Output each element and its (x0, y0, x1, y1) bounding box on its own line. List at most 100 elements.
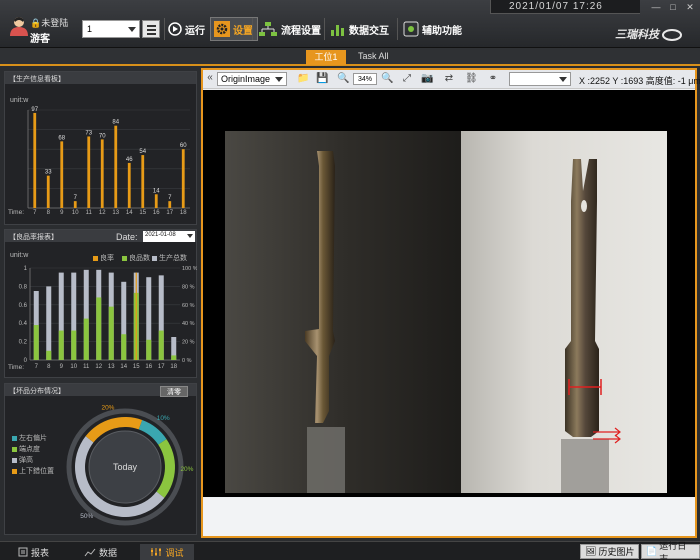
data-label: 14 (153, 188, 160, 194)
flow-settings-button[interactable]: 流程设置 (258, 17, 321, 41)
tick-label: 11 (83, 364, 90, 370)
close-icon[interactable]: ✕ (682, 2, 698, 12)
tick-label: 15 (139, 210, 146, 216)
bar (168, 201, 172, 208)
data-label: 70 (99, 133, 106, 139)
station-select[interactable]: 1 (82, 20, 140, 38)
tab-report[interactable]: 报表 (18, 544, 49, 560)
minimize-icon[interactable]: — (648, 2, 664, 12)
company-logo: 三瑞科技 (615, 26, 683, 42)
avatar[interactable] (8, 14, 30, 36)
open-folder-icon[interactable]: 📁 (297, 73, 309, 85)
y-tick-label: 0 (24, 358, 28, 364)
bar-good (146, 339, 152, 360)
overlay-icon[interactable]: ⚭ (487, 73, 499, 85)
tools-icon (403, 21, 419, 37)
center-label: Today (113, 462, 138, 472)
image-source-select[interactable]: OriginImage (217, 72, 287, 86)
data-label: 60 (180, 143, 187, 149)
bar (127, 162, 131, 208)
divider (397, 18, 398, 40)
defect-donut-chart: 10% 20% 50% 20% Today (66, 405, 194, 526)
bar-good (33, 325, 39, 360)
login-status[interactable]: 🔒未登陆 (30, 16, 68, 29)
collapse-icon[interactable]: « (204, 72, 216, 84)
zoom-out-icon[interactable]: 🔍 (337, 73, 349, 85)
station-tabs: 工位1 Task All (0, 48, 700, 66)
bar-good (46, 350, 52, 360)
tick-label: 18 (180, 210, 187, 216)
legend-defect-2: 弹高 (12, 455, 33, 465)
maximize-icon[interactable]: □ (665, 2, 681, 12)
tick-label: 10 (72, 210, 79, 216)
viewer-toolbar: « OriginImage 📁 💾 🔍 34% 🔍 ⤢ 📷 ⇄ ⛓ ⚭ X :2… (203, 70, 700, 89)
tab-data[interactable]: 数据 (84, 544, 117, 560)
settings-button[interactable]: 设置 (210, 17, 258, 41)
bar (87, 136, 91, 208)
list-button[interactable] (142, 20, 160, 38)
yield-bar-chart: 0 0.2 0.4 0.6 0.8 1 0 % 20 % 40 % 60 % 80 % 100 % Ti… (8, 266, 197, 371)
line-chart-icon (84, 548, 96, 557)
history-images-button[interactable]: 🖼 历史图片 (580, 544, 640, 559)
chevron-down-icon (128, 27, 136, 32)
tick-label: 11 (86, 210, 93, 216)
chevron-down-icon (187, 234, 193, 238)
color-mode-select[interactable] (509, 72, 571, 86)
flowchart-icon (259, 22, 277, 36)
image-canvas[interactable] (203, 90, 695, 497)
image-viewer: « OriginImage 📁 💾 🔍 34% 🔍 ⤢ 📷 ⇄ ⛓ ⚭ X :2… (201, 68, 700, 538)
coordinate-readout: X :2252 Y :1693 高度值: -1 μm (579, 76, 700, 86)
date-select[interactable]: 2021-01-08 (143, 231, 195, 242)
swap-icon[interactable]: ⇄ (443, 73, 455, 85)
y2-tick-label: 20 % (182, 340, 195, 346)
bar (181, 149, 185, 208)
bar (33, 112, 37, 208)
y-tick-label: 0.4 (19, 321, 28, 327)
unit-label: unit:w (10, 97, 29, 104)
divider (164, 18, 165, 40)
link-icon[interactable]: ⛓ (465, 73, 478, 85)
run-button[interactable]: 运行 (168, 17, 205, 41)
y2-tick-label: 80 % (182, 284, 195, 290)
run-log-button[interactable]: 📄 运行日志 (641, 541, 700, 560)
panel-title: 【生产信息看板】 (5, 72, 196, 84)
log-icon: 📄 (646, 546, 658, 556)
bar (141, 155, 145, 208)
bar-good (71, 330, 77, 360)
inspection-image[interactable] (225, 131, 667, 493)
data-label: 7 (168, 195, 172, 201)
legend-defect-1: 端点度 (12, 444, 40, 454)
tab-task-all[interactable]: Task All (358, 51, 389, 61)
fit-screen-icon[interactable]: ⤢ (401, 73, 413, 85)
play-icon (168, 22, 182, 36)
camera-icon[interactable]: 📷 (421, 73, 433, 85)
report-icon (18, 547, 28, 557)
title-bar: 2021/01/07 17:26 — □ ✕ 🔒未登陆 游客 1 运行 设置 流… (0, 0, 700, 48)
zoom-in-icon[interactable]: 🔍 (381, 73, 393, 85)
zoom-field[interactable]: 34% (353, 73, 377, 85)
y-tick-label: 0.2 (19, 340, 28, 346)
tab-station-1[interactable]: 工位1 (306, 50, 346, 65)
bar (114, 125, 118, 208)
chevron-down-icon (559, 77, 567, 82)
data-interaction-button[interactable]: 数据交互 (330, 17, 389, 41)
save-icon[interactable]: 💾 (316, 73, 328, 85)
production-bar-chart: Time:97733868971073117012841346145415141… (8, 107, 190, 216)
tab-debug[interactable]: 调试 (140, 544, 194, 560)
tick-label: 7 (35, 364, 39, 370)
tick-label: 17 (166, 210, 173, 216)
clear-button[interactable]: 清零 (160, 386, 188, 397)
y2-tick-label: 40 % (182, 321, 195, 327)
divider (252, 18, 253, 40)
bar-good (108, 306, 114, 360)
slice-label: 50% (80, 513, 93, 520)
auxiliary-button[interactable]: 辅助功能 (403, 17, 462, 41)
tick-label: 9 (60, 364, 64, 370)
slice-label: 20% (180, 466, 193, 473)
data-label: 7 (74, 195, 78, 201)
bar-good (96, 297, 102, 360)
y2-tick-label: 0 % (182, 358, 192, 364)
tick-label: 10 (70, 364, 77, 370)
y2-tick-label: 60 % (182, 303, 195, 309)
tick-label: 7 (33, 210, 37, 216)
